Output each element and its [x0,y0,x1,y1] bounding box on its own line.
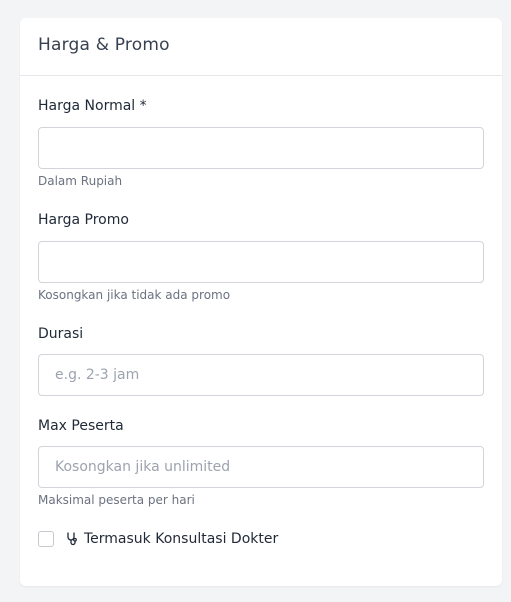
konsultasi-checkbox[interactable] [38,531,54,547]
card-title: Harga & Promo [38,35,170,55]
max-peserta-input[interactable] [38,446,484,488]
harga-promo-help: Kosongkan jika tidak ada promo [38,288,231,302]
max-peserta-label: Max Peserta [38,418,124,434]
harga-normal-input[interactable] [38,127,484,169]
max-peserta-help: Maksimal peserta per hari [38,493,195,507]
harga-normal-help: Dalam Rupiah [38,174,123,188]
stethoscope-icon [66,532,78,546]
harga-promo-label: Harga Promo [38,212,129,228]
durasi-input[interactable] [38,354,484,396]
harga-normal-label: Harga Normal * [38,98,147,114]
price-promo-card: Harga & Promo Harga Normal * Dalam Rupia… [20,18,502,586]
card-header: Harga & Promo [20,18,502,76]
durasi-label: Durasi [38,326,84,342]
konsultasi-checkbox-label[interactable]: Termasuk Konsultasi Dokter [84,531,278,547]
konsultasi-checkbox-row[interactable]: Termasuk Konsultasi Dokter [38,529,278,549]
harga-promo-input[interactable] [38,241,484,283]
